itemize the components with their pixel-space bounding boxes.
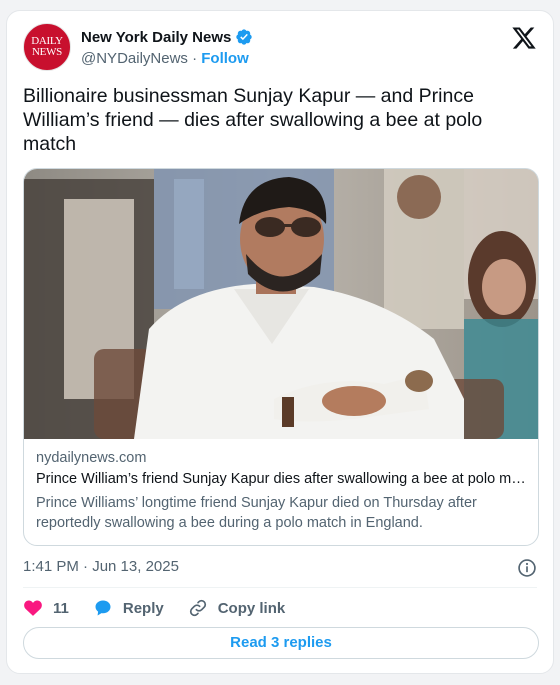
- reply-button[interactable]: Reply: [93, 598, 164, 618]
- tweet-text: Billionaire businessman Sunjay Kapur — a…: [23, 85, 483, 155]
- like-button[interactable]: 11: [23, 598, 69, 618]
- tweet-card: DAILY NEWS New York Daily News @NYDailyN…: [6, 10, 554, 674]
- tweet-timestamp[interactable]: 1:41 PM · Jun 13, 2025: [23, 558, 179, 575]
- reply-bubble-icon: [95, 600, 111, 616]
- article-photo[interactable]: [24, 169, 539, 439]
- avatar[interactable]: DAILY NEWS: [23, 23, 71, 71]
- reply-label: Reply: [122, 599, 164, 617]
- x-logo-icon[interactable]: [511, 25, 537, 51]
- timestamp-row: 1:41 PM · Jun 13, 2025: [23, 558, 537, 578]
- link-preview-card[interactable]: nydailynews.com Prince William’s friend …: [23, 168, 539, 546]
- heart-icon: [24, 600, 42, 616]
- link-title[interactable]: Prince William’s friend Sunjay Kapur die…: [36, 471, 526, 487]
- read-replies-button[interactable]: Read 3 replies: [23, 627, 539, 659]
- tweet-header: DAILY NEWS New York Daily News @NYDailyN…: [23, 23, 537, 73]
- link-icon: [189, 599, 206, 617]
- author-display-name[interactable]: New York Daily News: [81, 29, 231, 46]
- copy-link-label: Copy link: [217, 599, 286, 617]
- link-domain: nydailynews.com: [36, 450, 147, 466]
- divider: [23, 587, 537, 588]
- action-bar: 11 Reply Copy link: [23, 597, 309, 619]
- follow-button[interactable]: Follow: [201, 50, 249, 67]
- link-description: Prince Williams’ longtime friend Sunjay …: [36, 495, 477, 531]
- like-count: 11: [53, 599, 69, 617]
- verified-badge-icon: [236, 29, 253, 45]
- info-icon[interactable]: [517, 558, 537, 578]
- name-row: New York Daily News: [81, 28, 253, 46]
- handle-separator: ·: [192, 50, 198, 67]
- handle-row: @NYDailyNews · Follow: [81, 50, 249, 67]
- link-meta: nydailynews.com Prince William’s friend …: [36, 450, 526, 533]
- avatar-text-line2: NEWS: [32, 46, 62, 58]
- copy-link-button[interactable]: Copy link: [188, 598, 286, 618]
- author-handle[interactable]: @NYDailyNews: [81, 50, 188, 67]
